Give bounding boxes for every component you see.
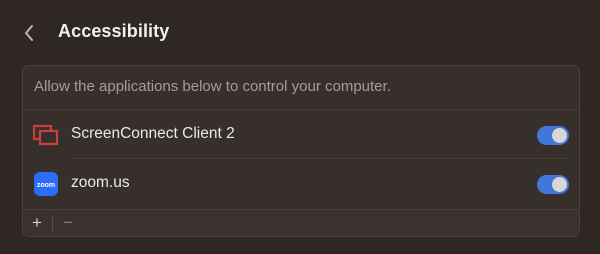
toggle-knob [552,177,567,192]
header: Accessibility [0,0,600,60]
divider [71,158,569,159]
panel-footer: + − [23,209,579,236]
add-button[interactable]: + [26,212,48,234]
remove-button[interactable]: − [57,212,79,234]
back-button[interactable] [16,20,42,46]
page-title: Accessibility [58,21,170,41]
zoom-icon-label: zoom [37,182,55,189]
screenconnect-toggle[interactable] [537,126,569,145]
list-item-screenconnect[interactable]: ScreenConnect Client 2 [23,111,579,159]
divider [52,215,53,232]
zoom-toggle[interactable] [537,175,569,194]
screenconnect-icon [33,124,59,146]
chevron-left-icon [25,25,33,41]
zoom-icon: zoom [34,172,58,196]
panel-description: Allow the applications below to control … [34,78,391,95]
app-name: ScreenConnect Client 2 [71,125,235,142]
list-item-zoom[interactable]: zoom zoom.us [23,160,579,208]
apps-panel: Allow the applications below to control … [22,65,580,237]
app-name: zoom.us [71,174,130,191]
divider [23,109,579,110]
toggle-knob [552,128,567,143]
accessibility-window: Accessibility Allow the applications bel… [0,0,600,254]
